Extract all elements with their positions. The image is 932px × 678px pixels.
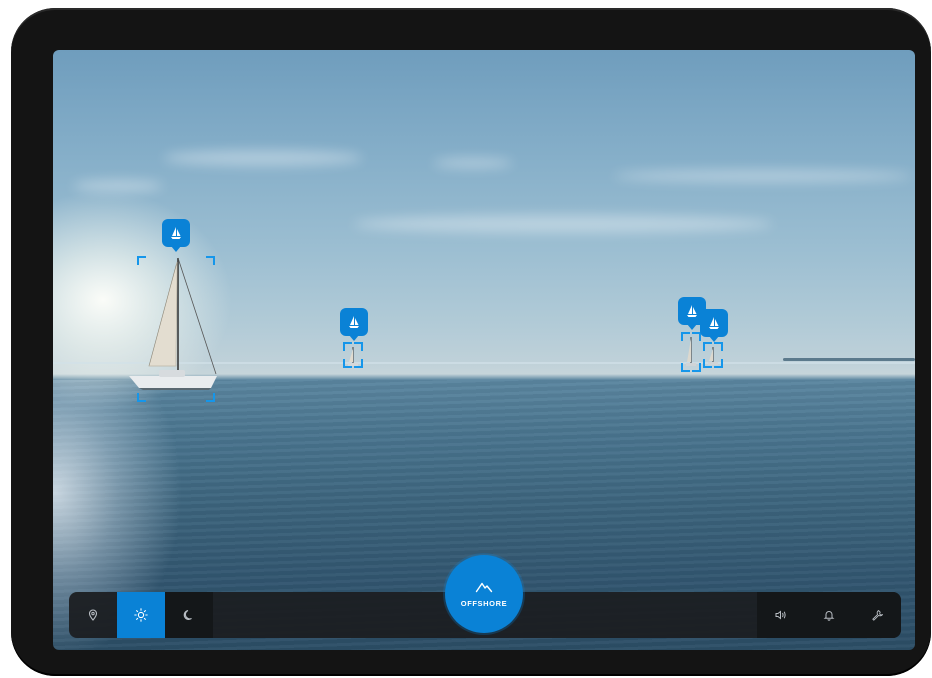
wrench-icon	[872, 610, 883, 621]
sailboat-icon	[709, 317, 719, 329]
distant-coastline	[783, 358, 915, 361]
sound-button[interactable]	[757, 592, 805, 638]
location-pin-icon	[88, 609, 98, 621]
moon-icon	[183, 609, 192, 620]
detection-marker-boat-2[interactable]	[340, 308, 368, 341]
location-button[interactable]	[69, 592, 118, 638]
volume-icon	[775, 610, 786, 620]
sailboat-icon	[349, 316, 359, 328]
detection-marker-boat-1[interactable]	[162, 219, 190, 252]
tablet-frame: OFFSHORE	[11, 8, 931, 676]
bell-icon	[823, 611, 835, 621]
night-mode-button[interactable]	[165, 592, 213, 638]
mountain-peak-icon	[475, 582, 493, 592]
offshore-label: OFFSHORE	[460, 598, 508, 608]
cloud	[73, 180, 163, 192]
camera-view: OFFSHORE	[53, 50, 915, 650]
cloud	[353, 215, 773, 233]
day-mode-button[interactable]	[117, 592, 165, 638]
detection-frame-boat-2	[343, 342, 363, 368]
alerts-button[interactable]	[805, 592, 853, 638]
detection-marker-boat-4[interactable]	[700, 309, 728, 342]
sun-icon	[134, 608, 148, 622]
sailboat-icon	[687, 305, 697, 317]
offshore-mode-button[interactable]: OFFSHORE	[445, 555, 523, 633]
cloud	[433, 158, 513, 168]
detection-frame-boat-1	[137, 256, 215, 402]
settings-button[interactable]	[853, 592, 901, 638]
cloud	[613, 170, 913, 182]
sailboat-icon	[171, 227, 181, 239]
detection-frame-boat-4	[703, 342, 723, 368]
cloud	[163, 150, 363, 166]
detection-frame-boat-3	[681, 332, 701, 372]
